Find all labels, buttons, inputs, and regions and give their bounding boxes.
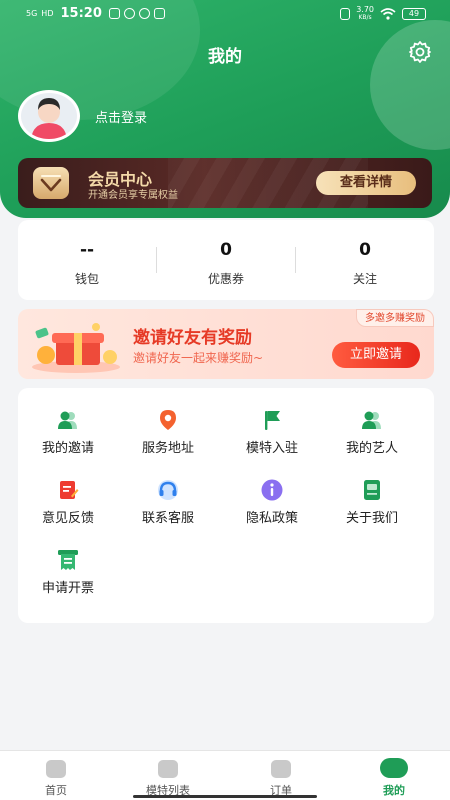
grid-item-apply-invoice[interactable]: 申请开票 bbox=[18, 548, 118, 608]
status-time: 15:20 bbox=[60, 6, 102, 21]
grid-item-label: 意见反馈 bbox=[41, 511, 94, 526]
flag-icon bbox=[265, 411, 280, 430]
grid-item-label: 申请开票 bbox=[41, 581, 94, 596]
tab-orders[interactable]: 订单 bbox=[225, 751, 337, 800]
bottom-nav: 首页 模特列表 订单 我的 bbox=[0, 750, 450, 800]
battery-icon: 49 bbox=[402, 8, 426, 20]
profile-icon bbox=[380, 758, 408, 778]
users-icon bbox=[58, 411, 77, 429]
stat-label: 钱包 bbox=[74, 272, 99, 286]
home-icon bbox=[46, 760, 66, 778]
net-speed-unit: KB/s bbox=[358, 14, 372, 21]
stat-value: 0 bbox=[359, 240, 371, 260]
model-list-icon bbox=[158, 760, 178, 778]
tab-label: 我的 bbox=[383, 784, 405, 797]
page-title: 我的 bbox=[208, 47, 242, 67]
grid-item-label: 隐私政策 bbox=[245, 511, 298, 526]
grid-item-label: 关于我们 bbox=[345, 511, 398, 526]
stat-value: -- bbox=[79, 240, 95, 260]
avatar-person-icon bbox=[31, 98, 67, 139]
grid-item-label: 我的邀请 bbox=[41, 441, 94, 456]
member-subtitle: 开通会员享专属权益 bbox=[88, 190, 178, 201]
invite-banner[interactable]: 多邀多赚奖励 邀请好友有奖励 邀请好友一起来赚奖励~ 立即邀请 bbox=[18, 309, 434, 379]
stats-card: -- 钱包 0 优惠券 0 关注 bbox=[18, 220, 434, 300]
login-link[interactable]: 点击登录 bbox=[95, 107, 147, 126]
hd-label: HD bbox=[41, 8, 54, 18]
tab-model-list[interactable]: 模特列表 bbox=[112, 751, 224, 800]
location-icon bbox=[160, 410, 176, 430]
stat-label: 优惠券 bbox=[207, 272, 244, 286]
stat-following[interactable]: 0 关注 bbox=[296, 220, 434, 300]
about-icon bbox=[364, 480, 380, 500]
avatar[interactable] bbox=[18, 90, 80, 142]
grid-item-about-us[interactable]: 关于我们 bbox=[322, 478, 422, 538]
status-bar: 5G HD 15:20 3.70 KB/s 49 bbox=[0, 0, 450, 28]
grid-item-model-join[interactable]: 模特入驻 bbox=[222, 408, 322, 468]
net-speed-value: 3.70 bbox=[356, 5, 374, 14]
gesture-home-bar[interactable] bbox=[133, 795, 317, 798]
gift-box-icon bbox=[32, 323, 120, 373]
order-icon bbox=[271, 760, 291, 778]
grid-item-feedback[interactable]: 意见反馈 bbox=[18, 478, 118, 538]
vibrate-icon bbox=[340, 8, 351, 20]
grid-item-customer-service[interactable]: 联系客服 bbox=[118, 478, 218, 538]
grid-item-label: 联系客服 bbox=[141, 511, 194, 526]
stat-coupons[interactable]: 0 优惠券 bbox=[157, 220, 295, 300]
feedback-icon bbox=[60, 481, 79, 499]
stat-wallet[interactable]: -- 钱包 bbox=[18, 220, 156, 300]
network-label: 5G bbox=[26, 8, 38, 18]
view-details-button[interactable]: 查看详情 bbox=[316, 171, 416, 195]
settings-gear-icon[interactable] bbox=[408, 40, 432, 64]
grid-item-my-invites[interactable]: 我的邀请 bbox=[18, 408, 118, 468]
invoice-icon bbox=[58, 550, 78, 570]
info-icon bbox=[261, 479, 283, 501]
stat-value: 0 bbox=[220, 240, 232, 260]
member-center-banner[interactable]: 会员中心 开通会员享专属权益 查看详情 bbox=[18, 158, 432, 208]
net-speed: 3.70 KB/s bbox=[356, 6, 374, 22]
invite-subtitle: 邀请好友一起来赚奖励~ bbox=[133, 351, 264, 365]
invite-tag: 多邀多赚奖励 bbox=[356, 309, 434, 327]
message-icon bbox=[138, 8, 150, 19]
grid-item-service-address[interactable]: 服务地址 bbox=[118, 408, 218, 468]
artist-icon bbox=[362, 411, 381, 429]
invite-title: 邀请好友有奖励 bbox=[133, 328, 252, 348]
grid-item-label: 服务地址 bbox=[141, 441, 194, 456]
crown-badge-icon bbox=[33, 167, 69, 199]
grid-item-label: 我的艺人 bbox=[345, 441, 398, 456]
grid-item-privacy-policy[interactable]: 隐私政策 bbox=[222, 478, 322, 538]
telegram-icon bbox=[123, 8, 135, 19]
headset-icon bbox=[158, 480, 178, 500]
tab-profile[interactable]: 我的 bbox=[338, 751, 450, 800]
app-icon bbox=[153, 8, 165, 19]
notification-icon bbox=[108, 8, 120, 19]
profile-header: 5G HD 15:20 3.70 KB/s 49 我的 点击登录 会员中心 开通… bbox=[0, 0, 450, 218]
tab-label: 首页 bbox=[45, 784, 67, 797]
tab-home[interactable]: 首页 bbox=[0, 751, 112, 800]
grid-item-my-artists[interactable]: 我的艺人 bbox=[322, 408, 422, 468]
service-grid: 我的邀请 服务地址 模特入驻 我的艺人 意见反馈 联系客服 隐私政策 关于我们 … bbox=[18, 388, 434, 623]
invite-now-button[interactable]: 立即邀请 bbox=[332, 342, 420, 368]
grid-item-label: 模特入驻 bbox=[245, 441, 298, 456]
stat-label: 关注 bbox=[352, 272, 377, 286]
wifi-icon bbox=[380, 8, 396, 20]
